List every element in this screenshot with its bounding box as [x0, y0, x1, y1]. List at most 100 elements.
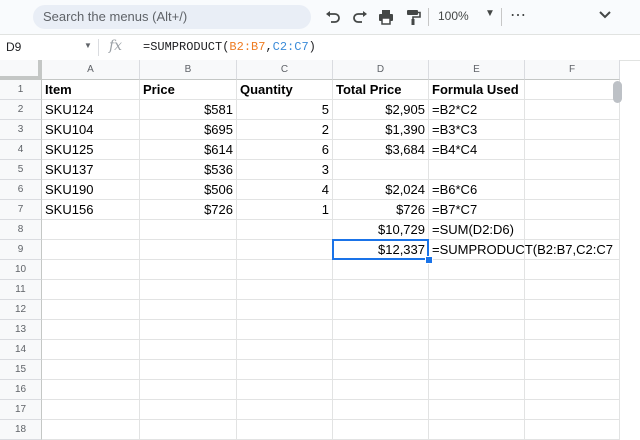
cell-b5[interactable]: $536 [140, 160, 237, 180]
cell-a8[interactable] [42, 220, 140, 240]
row-header-7[interactable]: 7 [0, 200, 42, 220]
cell-a2[interactable]: SKU124 [42, 100, 140, 120]
cell-f18[interactable] [525, 420, 620, 440]
cell-b2[interactable]: $581 [140, 100, 237, 120]
cell-a12[interactable] [42, 300, 140, 320]
cell-e11[interactable] [429, 280, 525, 300]
cell-d9[interactable]: $12,337 [333, 240, 429, 260]
cell-f13[interactable] [525, 320, 620, 340]
row-header-17[interactable]: 17 [0, 400, 42, 420]
cell-f4[interactable] [525, 140, 620, 160]
cell-b9[interactable] [140, 240, 237, 260]
more-options-icon[interactable]: ⋯ [510, 5, 527, 25]
cell-e9[interactable]: =SUMPRODUCT(B2:B7,C2:C7 [429, 240, 613, 260]
cell-c8[interactable] [237, 220, 333, 240]
cell-e14[interactable] [429, 340, 525, 360]
row-header-14[interactable]: 14 [0, 340, 42, 360]
cell-d16[interactable] [333, 380, 429, 400]
cell-f11[interactable] [525, 280, 620, 300]
cell-f8[interactable] [525, 220, 620, 240]
cell-b7[interactable]: $726 [140, 200, 237, 220]
cell-c16[interactable] [237, 380, 333, 400]
cell-f10[interactable] [525, 260, 620, 280]
row-header-1[interactable]: 1 [0, 80, 42, 100]
cell-a9[interactable] [42, 240, 140, 260]
cell-c15[interactable] [237, 360, 333, 380]
cell-a6[interactable]: SKU190 [42, 180, 140, 200]
cell-f3[interactable] [525, 120, 620, 140]
paint-format-icon[interactable] [404, 8, 422, 26]
cell-d13[interactable] [333, 320, 429, 340]
cell-f14[interactable] [525, 340, 620, 360]
cell-d18[interactable] [333, 420, 429, 440]
cell-f16[interactable] [525, 380, 620, 400]
column-header-f[interactable]: F [525, 60, 620, 80]
cell-e13[interactable] [429, 320, 525, 340]
row-header-6[interactable]: 6 [0, 180, 42, 200]
cell-c11[interactable] [237, 280, 333, 300]
row-header-11[interactable]: 11 [0, 280, 42, 300]
row-header-8[interactable]: 8 [0, 220, 42, 240]
column-header-b[interactable]: B [140, 60, 237, 80]
cell-e16[interactable] [429, 380, 525, 400]
cell-b12[interactable] [140, 300, 237, 320]
cell-a11[interactable] [42, 280, 140, 300]
cell-d2[interactable]: $2,905 [333, 100, 429, 120]
cell-f15[interactable] [525, 360, 620, 380]
row-header-10[interactable]: 10 [0, 260, 42, 280]
cell-a4[interactable]: SKU125 [42, 140, 140, 160]
cell-a14[interactable] [42, 340, 140, 360]
cell-e10[interactable] [429, 260, 525, 280]
name-box[interactable]: D9 [6, 40, 21, 54]
cell-e4[interactable]: =B4*C4 [429, 140, 525, 160]
redo-icon[interactable] [351, 8, 369, 26]
cell-d8[interactable]: $10,729 [333, 220, 429, 240]
select-all-corner[interactable] [0, 60, 42, 80]
fill-handle[interactable] [425, 256, 433, 264]
row-header-15[interactable]: 15 [0, 360, 42, 380]
cell-c18[interactable] [237, 420, 333, 440]
cell-e18[interactable] [429, 420, 525, 440]
row-header-9[interactable]: 9 [0, 240, 42, 260]
row-header-13[interactable]: 13 [0, 320, 42, 340]
cell-d4[interactable]: $3,684 [333, 140, 429, 160]
column-header-a[interactable]: A [42, 60, 140, 80]
cell-c9[interactable] [237, 240, 333, 260]
cell-a1[interactable]: Item [42, 80, 140, 100]
cell-c17[interactable] [237, 400, 333, 420]
cell-d3[interactable]: $1,390 [333, 120, 429, 140]
name-box-dropdown-icon[interactable]: ▼ [84, 41, 92, 50]
cell-c12[interactable] [237, 300, 333, 320]
cell-d5[interactable] [333, 160, 429, 180]
cell-c3[interactable]: 2 [237, 120, 333, 140]
cell-d11[interactable] [333, 280, 429, 300]
row-header-2[interactable]: 2 [0, 100, 42, 120]
cell-c2[interactable]: 5 [237, 100, 333, 120]
cell-b14[interactable] [140, 340, 237, 360]
cell-c13[interactable] [237, 320, 333, 340]
cell-b17[interactable] [140, 400, 237, 420]
zoom-select[interactable]: 100% [438, 9, 469, 23]
cell-d17[interactable] [333, 400, 429, 420]
cell-e12[interactable] [429, 300, 525, 320]
cell-e6[interactable]: =B6*C6 [429, 180, 525, 200]
cell-c5[interactable]: 3 [237, 160, 333, 180]
cell-b11[interactable] [140, 280, 237, 300]
cell-f17[interactable] [525, 400, 620, 420]
vertical-scrollbar-thumb[interactable] [613, 81, 622, 103]
column-header-d[interactable]: D [333, 60, 429, 80]
cell-a13[interactable] [42, 320, 140, 340]
row-header-18[interactable]: 18 [0, 420, 42, 440]
cell-e15[interactable] [429, 360, 525, 380]
cell-c10[interactable] [237, 260, 333, 280]
cell-c6[interactable]: 4 [237, 180, 333, 200]
cell-f7[interactable] [525, 200, 620, 220]
print-icon[interactable] [377, 8, 395, 26]
row-header-4[interactable]: 4 [0, 140, 42, 160]
cell-b18[interactable] [140, 420, 237, 440]
cell-e7[interactable]: =B7*C7 [429, 200, 525, 220]
cell-e2[interactable]: =B2*C2 [429, 100, 525, 120]
cell-c7[interactable]: 1 [237, 200, 333, 220]
cell-d12[interactable] [333, 300, 429, 320]
collapse-chevron-icon[interactable] [598, 8, 612, 25]
